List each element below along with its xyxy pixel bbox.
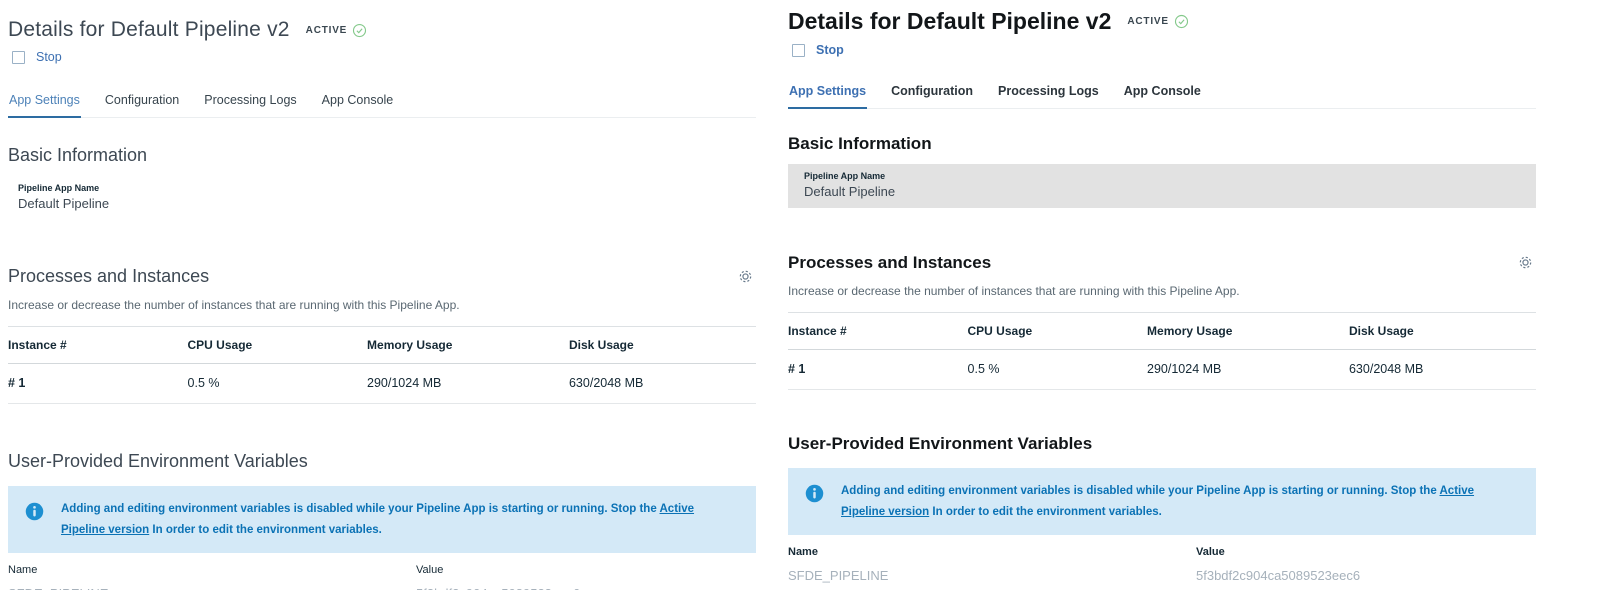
env-value-input[interactable]	[1196, 558, 1526, 590]
table-header-row: Instance # CPU Usage Memory Usage Disk U…	[8, 327, 756, 364]
tab-app-settings[interactable]: App Settings	[8, 93, 81, 118]
env-name-label: Name	[8, 564, 360, 576]
col-cpu: CPU Usage	[188, 327, 368, 364]
settings-gear-button[interactable]	[735, 266, 756, 287]
cell-instance: # 1	[8, 364, 188, 404]
table-row: # 1 0.5 % 290/1024 MB 630/2048 MB	[8, 364, 756, 404]
gear-icon	[737, 272, 754, 289]
alert-text-after: In order to edit the environment variabl…	[149, 524, 382, 536]
col-instance: Instance #	[788, 313, 968, 350]
col-cpu: CPU Usage	[968, 313, 1148, 350]
pipeline-app-name-label: Pipeline App Name	[804, 171, 1520, 181]
env-value-input[interactable]	[416, 576, 746, 590]
status-badge: ACTIVE	[1127, 14, 1188, 29]
env-name-input[interactable]	[8, 576, 360, 590]
env-var-row: Name Value	[788, 546, 1536, 590]
tab-processing-logs[interactable]: Processing Logs	[997, 84, 1100, 108]
tab-app-console[interactable]: App Console	[321, 93, 395, 117]
processes-heading-row: Processes and Instances	[788, 252, 1536, 273]
alert-text: Adding and editing environment variables…	[61, 499, 738, 540]
processes-description: Increase or decrease the number of insta…	[8, 298, 756, 312]
alert-text-before: Adding and editing environment variables…	[841, 485, 1440, 497]
col-memory: Memory Usage	[1147, 313, 1349, 350]
alert-text-before: Adding and editing environment variables…	[61, 503, 660, 515]
env-var-row: Name Value	[8, 564, 756, 590]
check-circle-icon	[1174, 14, 1189, 29]
tab-configuration[interactable]: Configuration	[890, 84, 974, 108]
info-icon	[25, 502, 44, 521]
env-value-field: Value	[416, 564, 746, 590]
env-name-field: Name	[788, 546, 1140, 590]
tab-processing-logs[interactable]: Processing Logs	[203, 93, 297, 117]
gear-icon	[1517, 258, 1534, 275]
cell-disk: 630/2048 MB	[569, 364, 756, 404]
pipeline-app-name-field: Pipeline App Name Default Pipeline	[788, 164, 1536, 208]
col-memory: Memory Usage	[367, 327, 569, 364]
check-circle-icon	[352, 23, 367, 38]
status-badge: ACTIVE	[306, 23, 367, 38]
table-row: # 1 0.5 % 290/1024 MB 630/2048 MB	[788, 350, 1536, 390]
stop-label[interactable]: Stop	[816, 43, 844, 57]
table-header-row: Instance # CPU Usage Memory Usage Disk U…	[788, 313, 1536, 350]
info-alert: Adding and editing environment variables…	[8, 486, 756, 553]
processes-heading-row: Processes and Instances	[8, 266, 756, 287]
pipeline-app-name-field: Pipeline App Name Default Pipeline	[8, 177, 756, 219]
cell-memory: 290/1024 MB	[1147, 350, 1349, 390]
tab-bar: App Settings Configuration Processing Lo…	[788, 84, 1536, 109]
env-value-label: Value	[416, 564, 746, 576]
page-title: Details for Default Pipeline v2	[788, 8, 1111, 35]
tab-bar: App Settings Configuration Processing Lo…	[8, 93, 756, 118]
panel-right: Details for Default Pipeline v2 ACTIVE S…	[788, 0, 1536, 590]
stop-checkbox[interactable]	[12, 51, 25, 64]
cell-instance: # 1	[788, 350, 968, 390]
col-disk: Disk Usage	[1349, 313, 1536, 350]
pipeline-app-name-value: Default Pipeline	[804, 184, 1520, 199]
title-row: Details for Default Pipeline v2 ACTIVE	[8, 18, 756, 42]
status-badge-label: ACTIVE	[306, 25, 347, 36]
env-name-field: Name	[8, 564, 360, 590]
tab-app-console[interactable]: App Console	[1123, 84, 1202, 108]
panel-left: Details for Default Pipeline v2 ACTIVE S…	[8, 0, 756, 590]
info-alert: Adding and editing environment variables…	[788, 468, 1536, 535]
title-row: Details for Default Pipeline v2 ACTIVE	[788, 8, 1536, 35]
basic-information-heading: Basic Information	[8, 145, 756, 166]
alert-text-after: In order to edit the environment variabl…	[929, 506, 1162, 518]
stop-control[interactable]: Stop	[788, 43, 1536, 57]
info-icon	[805, 484, 824, 503]
stop-control[interactable]: Stop	[8, 50, 756, 64]
stop-label[interactable]: Stop	[36, 50, 62, 64]
cell-cpu: 0.5 %	[188, 364, 368, 404]
env-value-label: Value	[1196, 546, 1526, 558]
pipeline-app-name-label: Pipeline App Name	[18, 183, 756, 193]
basic-information-heading: Basic Information	[788, 134, 1536, 154]
processes-description: Increase or decrease the number of insta…	[788, 284, 1536, 298]
tab-app-settings[interactable]: App Settings	[788, 84, 867, 109]
env-name-input[interactable]	[788, 558, 1140, 590]
env-vars-heading: User-Provided Environment Variables	[788, 434, 1536, 454]
stop-checkbox[interactable]	[792, 44, 805, 57]
page-title: Details for Default Pipeline v2	[8, 18, 290, 42]
cell-memory: 290/1024 MB	[367, 364, 569, 404]
pipeline-app-name-value: Default Pipeline	[18, 196, 756, 211]
processes-heading: Processes and Instances	[788, 253, 991, 273]
env-value-field: Value	[1196, 546, 1526, 590]
col-instance: Instance #	[8, 327, 188, 364]
col-disk: Disk Usage	[569, 327, 756, 364]
env-name-label: Name	[788, 546, 1140, 558]
status-badge-label: ACTIVE	[1127, 16, 1168, 27]
cell-disk: 630/2048 MB	[1349, 350, 1536, 390]
processes-heading: Processes and Instances	[8, 266, 209, 287]
settings-gear-button[interactable]	[1515, 252, 1536, 273]
cell-cpu: 0.5 %	[968, 350, 1148, 390]
instances-table: Instance # CPU Usage Memory Usage Disk U…	[8, 326, 756, 404]
tab-configuration[interactable]: Configuration	[104, 93, 180, 117]
alert-text: Adding and editing environment variables…	[841, 481, 1518, 522]
page: Details for Default Pipeline v2 ACTIVE S…	[0, 0, 1600, 590]
instances-table: Instance # CPU Usage Memory Usage Disk U…	[788, 312, 1536, 390]
env-vars-heading: User-Provided Environment Variables	[8, 451, 756, 472]
